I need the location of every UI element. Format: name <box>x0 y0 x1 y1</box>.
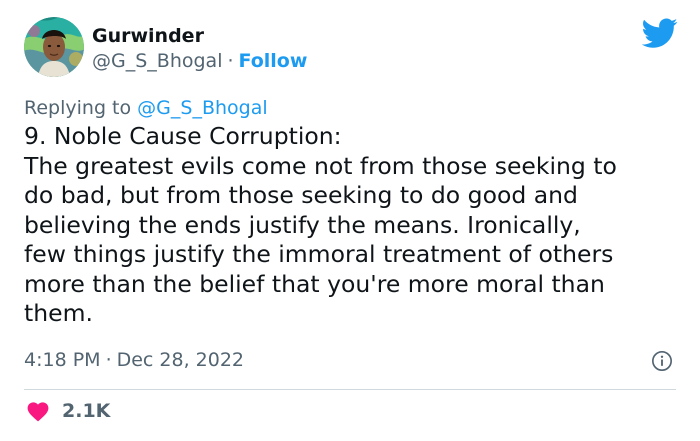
tweet-line: do bad, but from those seeking to do goo… <box>24 181 578 209</box>
tweet-line: few things justify the immoral treatment… <box>24 240 614 268</box>
avatar[interactable] <box>24 17 84 77</box>
tweet-time: 4:18 PM <box>24 349 101 371</box>
reply-mention-link[interactable]: @G_S_Bhogal <box>137 97 267 119</box>
tweet-timestamp[interactable]: 4:18 PM · Dec 28, 2022 <box>24 349 244 371</box>
author-name[interactable]: Gurwinder <box>92 25 204 47</box>
replying-to-prefix: Replying to <box>24 97 132 119</box>
info-icon[interactable] <box>651 350 673 372</box>
divider <box>24 389 676 390</box>
tweet-line: 9. Noble Cause Corruption: <box>24 122 342 150</box>
replying-to: Replying to @G_S_Bhogal <box>24 97 268 119</box>
twitter-bird-icon[interactable] <box>642 15 678 51</box>
tweet-text: 9. Noble Cause Corruption: The greatest … <box>24 122 684 329</box>
like-count[interactable]: 2.1K <box>62 400 110 422</box>
author-handle-row: @G_S_Bhogal · Follow <box>92 50 307 72</box>
tweet-line: more than the belief that you're more mo… <box>24 269 605 298</box>
tweet-line: The greatest evils come not from those s… <box>24 151 617 180</box>
tweet-date: Dec 28, 2022 <box>116 349 245 371</box>
heart-icon[interactable] <box>26 400 50 422</box>
handle-separator: · <box>227 50 234 72</box>
tweet-line: them. <box>24 299 93 327</box>
author-handle[interactable]: @G_S_Bhogal <box>92 50 222 72</box>
follow-button[interactable]: Follow <box>239 50 308 72</box>
tweet-line: believing the ends justify the means. Ir… <box>24 210 581 239</box>
timestamp-separator: · <box>105 349 112 371</box>
